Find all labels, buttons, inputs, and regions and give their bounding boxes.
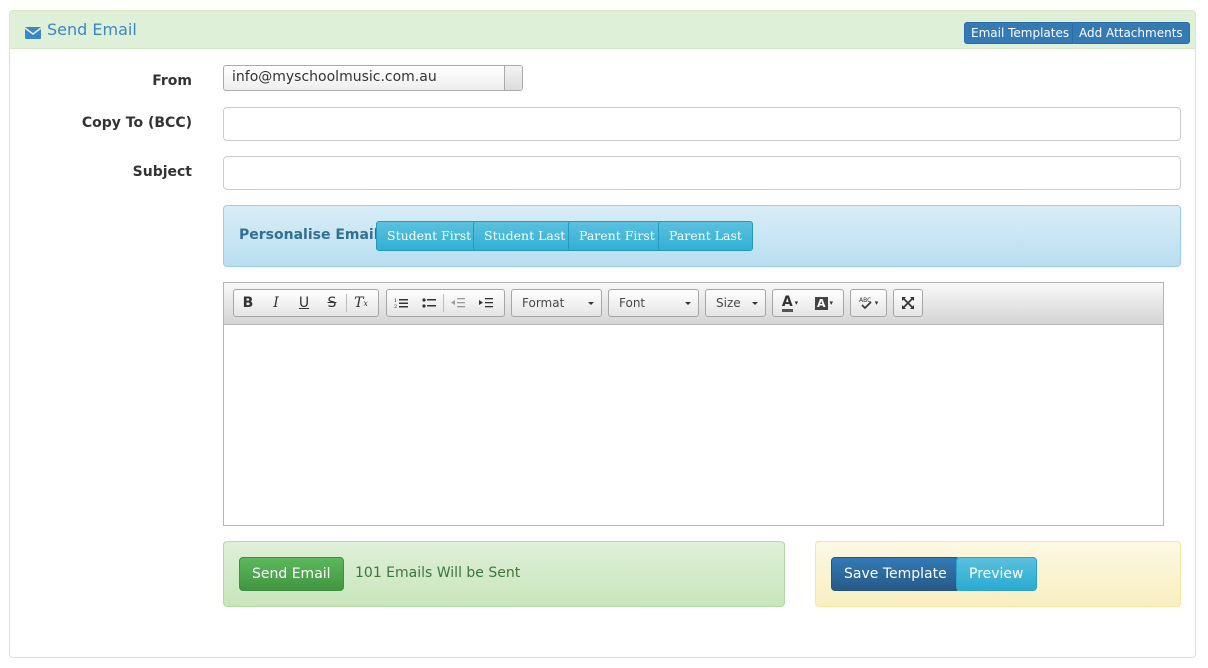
template-panel: Save Template Preview (815, 541, 1181, 607)
panel-title-text: Send Email (47, 20, 137, 39)
editor-toolbar: B I U S Tx 12 Format Font Size A ▾ A ▾ A… (224, 283, 1163, 325)
send-email-button[interactable]: Send Email (239, 557, 344, 591)
select-arrow-icon[interactable] (504, 66, 522, 90)
subject-label: Subject (132, 164, 192, 180)
send-email-panel: Send Email Email Templates Add Attachmen… (9, 10, 1196, 658)
save-template-button[interactable]: Save Template (831, 557, 960, 591)
parent-last-button[interactable]: Parent Last (658, 221, 753, 251)
from-select[interactable]: info@myschoolmusic.com.au (223, 65, 523, 91)
student-first-button[interactable]: Student First (376, 221, 483, 251)
chevron-down-icon (752, 302, 758, 305)
size-dropdown-label: Size (716, 296, 741, 310)
maximize-group (893, 289, 923, 317)
italic-icon[interactable]: I (262, 290, 290, 316)
spellcheck-icon[interactable]: ABC ▾ (851, 290, 886, 316)
send-panel: Send Email 101 Emails Will be Sent (223, 541, 785, 607)
personalise-panel: Personalise Email: Student First Student… (223, 205, 1181, 267)
chevron-down-icon (685, 302, 691, 305)
svg-text:2: 2 (394, 304, 397, 309)
size-dropdown[interactable]: Size (705, 289, 766, 317)
subject-input[interactable] (223, 156, 1181, 190)
email-templates-button[interactable]: Email Templates (964, 22, 1077, 44)
panel-title: Send Email (24, 20, 137, 39)
add-attachments-button[interactable]: Add Attachments (1072, 22, 1190, 44)
maximize-icon[interactable] (894, 290, 922, 316)
parent-first-button[interactable]: Parent First (568, 221, 666, 251)
panel-heading: Send Email Email Templates Add Attachmen… (10, 11, 1195, 49)
color-group: A ▾ A ▾ (772, 289, 844, 317)
format-dropdown-label: Format (522, 296, 565, 310)
rich-text-editor: B I U S Tx 12 Format Font Size A ▾ A ▾ A… (223, 282, 1164, 526)
font-dropdown[interactable]: Font (608, 289, 699, 317)
personalise-label: Personalise Email: (239, 227, 385, 243)
bcc-input[interactable] (223, 107, 1181, 141)
student-last-button[interactable]: Student Last (473, 221, 577, 251)
from-label: From (152, 73, 192, 89)
from-select-value: info@myschoolmusic.com.au (232, 69, 437, 85)
background-color-icon[interactable]: A ▾ (807, 290, 841, 316)
remove-format-icon[interactable]: Tx (347, 290, 375, 316)
bold-icon[interactable]: B (234, 290, 262, 316)
list-group: 12 (386, 289, 505, 317)
preview-button[interactable]: Preview (956, 557, 1037, 591)
text-color-icon[interactable]: A ▾ (773, 290, 807, 316)
bcc-label: Copy To (BCC) (81, 115, 192, 131)
numbered-list-icon[interactable]: 12 (387, 290, 415, 316)
strikethrough-icon[interactable]: S (318, 290, 346, 316)
font-dropdown-label: Font (619, 296, 646, 310)
format-dropdown[interactable]: Format (511, 289, 602, 317)
decrease-indent-icon[interactable] (444, 290, 472, 316)
increase-indent-icon[interactable] (472, 290, 500, 316)
envelope-icon (24, 24, 42, 39)
recipient-count-text: 101 Emails Will be Sent (355, 565, 521, 581)
spellcheck-group: ABC ▾ (850, 289, 887, 317)
editor-content-area[interactable] (224, 325, 1163, 525)
basic-styles-group: B I U S Tx (233, 289, 379, 317)
chevron-down-icon (588, 302, 594, 305)
underline-icon[interactable]: U (290, 290, 318, 316)
bulleted-list-icon[interactable] (415, 290, 443, 316)
